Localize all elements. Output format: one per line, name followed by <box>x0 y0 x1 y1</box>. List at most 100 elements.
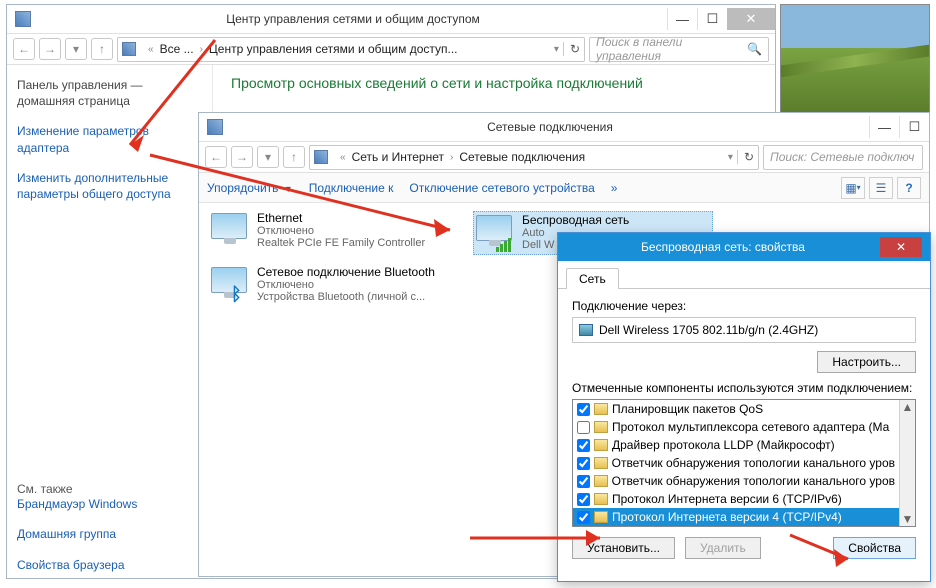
protocol-icon <box>594 475 608 487</box>
maximize-button[interactable]: ☐ <box>899 116 929 138</box>
bluetooth-icon: ᛒ <box>209 265 249 305</box>
minimize-button[interactable]: — <box>667 8 697 30</box>
component-checkbox[interactable] <box>577 475 590 488</box>
component-checkbox[interactable] <box>577 403 590 416</box>
dropdown-icon[interactable]: ▾ <box>554 44 559 55</box>
conn-status: Отключено <box>257 279 435 291</box>
search-icon: 🔍 <box>747 42 762 56</box>
conn-name: Сетевое подключение Bluetooth <box>257 265 435 279</box>
location-icon <box>122 42 136 56</box>
titlebar[interactable]: Центр управления сетями и общим доступом… <box>7 5 775 33</box>
sidebar-home[interactable]: Панель управления —домашняя страница <box>17 77 202 109</box>
search-placeholder: Поиск: Сетевые подключ <box>770 150 914 164</box>
tb-more[interactable]: » <box>611 181 618 195</box>
maximize-button[interactable]: ☐ <box>697 8 727 30</box>
protocol-icon <box>594 421 608 433</box>
component-label: Протокол мультиплексора сетевого адаптер… <box>612 420 889 434</box>
crumb-all[interactable]: Все ... <box>158 42 196 56</box>
crumb2[interactable]: Сетевые подключения <box>457 150 587 164</box>
ethernet-icon <box>209 211 249 251</box>
components-list[interactable]: Планировщик пакетов QoS Протокол мультипл… <box>572 399 916 527</box>
list-item[interactable]: Ответчик обнаружения топологии канальног… <box>573 472 899 490</box>
page-heading: Просмотр основных сведений о сети и наст… <box>231 75 757 91</box>
search-placeholder: Поиск в панели управления <box>596 35 747 63</box>
back-button[interactable]: ← <box>13 38 35 60</box>
up-button[interactable]: ↑ <box>91 38 113 60</box>
dialog-title: Беспроводная сеть: свойства <box>566 240 880 254</box>
refresh-icon[interactable]: ↻ <box>737 150 754 164</box>
protocol-icon <box>594 439 608 451</box>
up-button[interactable]: ↑ <box>283 146 305 168</box>
recent-dd[interactable]: ▾ <box>257 146 279 168</box>
view-icons-button[interactable]: ▦▾ <box>841 177 865 199</box>
chevron-icon: › <box>200 44 203 55</box>
adapter-icon <box>579 324 593 336</box>
forward-button[interactable]: → <box>231 146 253 168</box>
search-input[interactable]: Поиск: Сетевые подключ <box>763 145 923 170</box>
list-item[interactable]: Ответчик обнаружения топологии канальног… <box>573 454 899 472</box>
component-label: Ответчик обнаружения топологии канальног… <box>612 474 895 488</box>
component-checkbox[interactable] <box>577 457 590 470</box>
component-label: Протокол Интернета версии 6 (TCP/IPv6) <box>612 492 842 506</box>
tab-network[interactable]: Сеть <box>566 268 619 289</box>
component-label: Планировщик пакетов QoS <box>612 402 763 416</box>
list-item[interactable]: Планировщик пакетов QoS <box>573 400 899 418</box>
close-button[interactable]: ✕ <box>727 8 775 30</box>
list-item[interactable]: Протокол Интернета версии 4 (TCP/IPv4) <box>573 508 899 526</box>
tb-connect[interactable]: Подключение к <box>309 181 394 195</box>
see-browser-props[interactable]: Свойства браузера <box>17 557 202 573</box>
close-button[interactable]: ✕ <box>880 237 922 257</box>
adapter-name: Dell Wireless 1705 802.11b/g/n (2.4GHZ) <box>599 323 818 337</box>
dropdown-icon[interactable]: ▾ <box>728 152 733 163</box>
search-input[interactable]: Поиск в панели управления 🔍 <box>589 37 769 62</box>
view-details-button[interactable]: ☰ <box>869 177 893 199</box>
minimize-button[interactable]: — <box>869 116 899 138</box>
chevron-icon: « <box>148 44 154 55</box>
component-checkbox[interactable] <box>577 511 590 524</box>
component-checkbox[interactable] <box>577 439 590 452</box>
conn-device: Realtek PCIe FE Family Controller <box>257 237 425 249</box>
titlebar[interactable]: Беспроводная сеть: свойства ✕ <box>558 233 930 261</box>
refresh-icon[interactable]: ↻ <box>563 42 580 56</box>
remove-button[interactable]: Удалить <box>685 537 761 559</box>
desktop-wallpaper-fragment <box>780 4 930 114</box>
recent-dd[interactable]: ▾ <box>65 38 87 60</box>
sidebar-change-adapter[interactable]: Изменение параметровадаптера <box>17 123 202 155</box>
list-item[interactable]: Драйвер протокола LLDP (Майкрософт) <box>573 436 899 454</box>
back-button[interactable]: ← <box>205 146 227 168</box>
see-homegroup[interactable]: Домашняя группа <box>17 526 202 542</box>
protocol-icon <box>594 493 608 505</box>
adapter-properties-dialog: Беспроводная сеть: свойства ✕ Сеть Подкл… <box>557 232 931 582</box>
properties-button[interactable]: Свойства <box>833 537 916 559</box>
component-checkbox[interactable] <box>577 421 590 434</box>
tb-organize[interactable]: Упорядочить ▼ <box>207 181 293 195</box>
conn-device: Устройства Bluetooth (личной с... <box>257 291 435 303</box>
forward-button[interactable]: → <box>39 38 61 60</box>
window-title: Центр управления сетями и общим доступом <box>39 12 667 26</box>
help-button[interactable]: ? <box>897 177 921 199</box>
sidebar-advanced-sharing[interactable]: Изменить дополнительныепараметры общего … <box>17 170 202 202</box>
crumb-path[interactable]: Центр управления сетями и общим доступ..… <box>207 42 460 56</box>
component-label: Драйвер протокола LLDP (Майкрософт) <box>612 438 835 452</box>
see-firewall[interactable]: Брандмауэр Windows <box>17 496 202 512</box>
scrollbar[interactable]: ▲▼ <box>899 400 915 526</box>
connection-ethernet[interactable]: Ethernet Отключено Realtek PCIe FE Famil… <box>209 211 449 255</box>
install-button[interactable]: Установить... <box>572 537 675 559</box>
conn-name: Ethernet <box>257 211 425 225</box>
crumb1[interactable]: Сеть и Интернет <box>350 150 446 164</box>
adapter-field: Dell Wireless 1705 802.11b/g/n (2.4GHZ) <box>572 317 916 343</box>
tb-disable[interactable]: Отключение сетевого устройства <box>409 181 594 195</box>
list-item[interactable]: Протокол мультиплексора сетевого адаптер… <box>573 418 899 436</box>
component-label: Ответчик обнаружения топологии канальног… <box>612 456 895 470</box>
sidebar: Панель управления —домашняя страница Изм… <box>7 65 213 578</box>
configure-button[interactable]: Настроить... <box>817 351 916 373</box>
toolbar: Упорядочить ▼ Подключение к Отключение с… <box>199 173 929 203</box>
window-title: Сетевые подключения <box>231 120 869 134</box>
breadcrumb[interactable]: « Сеть и Интернет › Сетевые подключения … <box>309 145 759 170</box>
titlebar[interactable]: Сетевые подключения — ☐ <box>199 113 929 141</box>
breadcrumb[interactable]: « Все ... › Центр управления сетями и об… <box>117 37 585 62</box>
connection-bluetooth[interactable]: ᛒ Сетевое подключение Bluetooth Отключен… <box>209 265 449 305</box>
list-item[interactable]: Протокол Интернета версии 6 (TCP/IPv6) <box>573 490 899 508</box>
component-checkbox[interactable] <box>577 493 590 506</box>
tabs: Сеть <box>558 261 930 289</box>
